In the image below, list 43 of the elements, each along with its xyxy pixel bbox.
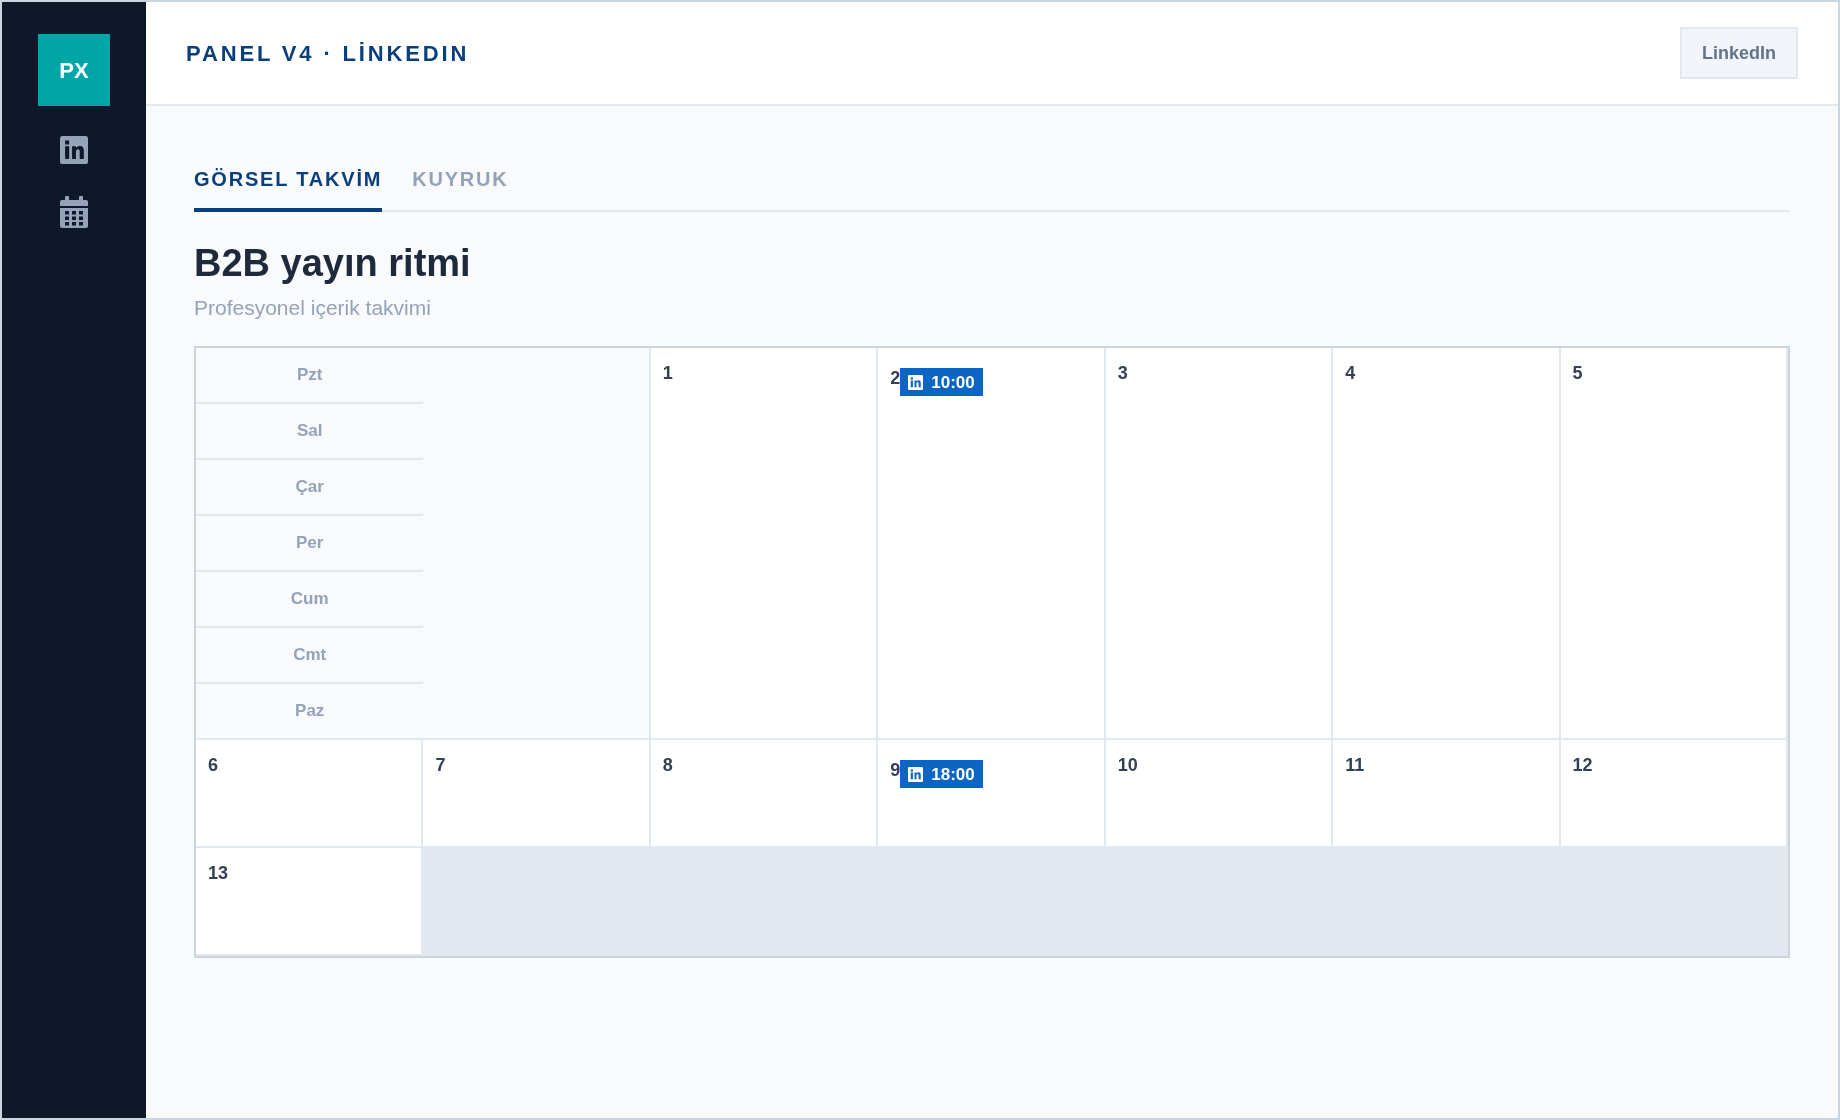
day-cell[interactable]: 5 bbox=[1560, 348, 1788, 740]
calendar-icon[interactable] bbox=[60, 196, 88, 228]
linkedin-icon bbox=[60, 136, 88, 164]
day-cell[interactable]: 3 bbox=[1105, 348, 1334, 740]
weekday-header: Pzt bbox=[196, 348, 424, 404]
weekday-header: Cmt bbox=[196, 628, 424, 684]
event-chip[interactable]: 18:00 bbox=[900, 760, 983, 788]
weekday-header: Çar bbox=[196, 460, 424, 516]
day-cell[interactable]: 2 10:00 bbox=[878, 348, 1106, 740]
day-number: 1 bbox=[662, 362, 673, 385]
event-chip[interactable]: 10:00 bbox=[900, 368, 983, 396]
day-cell[interactable]: 9 18:00 bbox=[878, 740, 1106, 848]
day-cell[interactable]: 6 bbox=[196, 740, 424, 848]
day-number: 6 bbox=[208, 754, 218, 777]
day-number: 8 bbox=[662, 754, 673, 777]
tab[interactable]: GÖRSEL TAKVİM bbox=[194, 164, 383, 212]
day-number: 4 bbox=[1345, 362, 1356, 385]
weekday-header: Cum bbox=[196, 572, 424, 628]
day-number: 10 bbox=[1117, 754, 1138, 777]
day-cell[interactable]: 10 bbox=[1105, 740, 1334, 848]
day-number: 13 bbox=[208, 862, 229, 885]
day-cell[interactable]: 4 bbox=[1333, 348, 1561, 740]
day-number: 3 bbox=[1117, 362, 1128, 385]
day-cell[interactable]: 11 bbox=[1333, 740, 1561, 848]
day-cell[interactable]: 8 bbox=[650, 740, 879, 848]
page-title: B2B yayın ritmi bbox=[194, 241, 472, 286]
day-number: 2 bbox=[890, 367, 901, 390]
day-number: 9 bbox=[890, 759, 901, 782]
day-cell[interactable]: 12 bbox=[1560, 740, 1788, 848]
linkedin-icon bbox=[908, 766, 924, 782]
page-subtitle: Profesyonel içerik takvimi bbox=[194, 295, 432, 321]
weekday-header: Sal bbox=[196, 404, 424, 460]
day-number: 5 bbox=[1572, 362, 1583, 385]
day-number: 12 bbox=[1572, 754, 1593, 777]
linkedin-button[interactable]: LinkedIn bbox=[1680, 27, 1798, 79]
app-title: PANEL V4 · LİNKEDIN bbox=[186, 39, 470, 68]
linkedin-icon bbox=[908, 374, 924, 390]
day-number: 7 bbox=[435, 754, 446, 777]
day-cell[interactable]: 7 bbox=[423, 740, 651, 848]
day-number: 11 bbox=[1345, 754, 1365, 777]
day-cell[interactable]: 13 bbox=[196, 848, 424, 956]
weekday-header: Per bbox=[196, 516, 424, 572]
day-cell[interactable]: 1 bbox=[650, 348, 879, 740]
